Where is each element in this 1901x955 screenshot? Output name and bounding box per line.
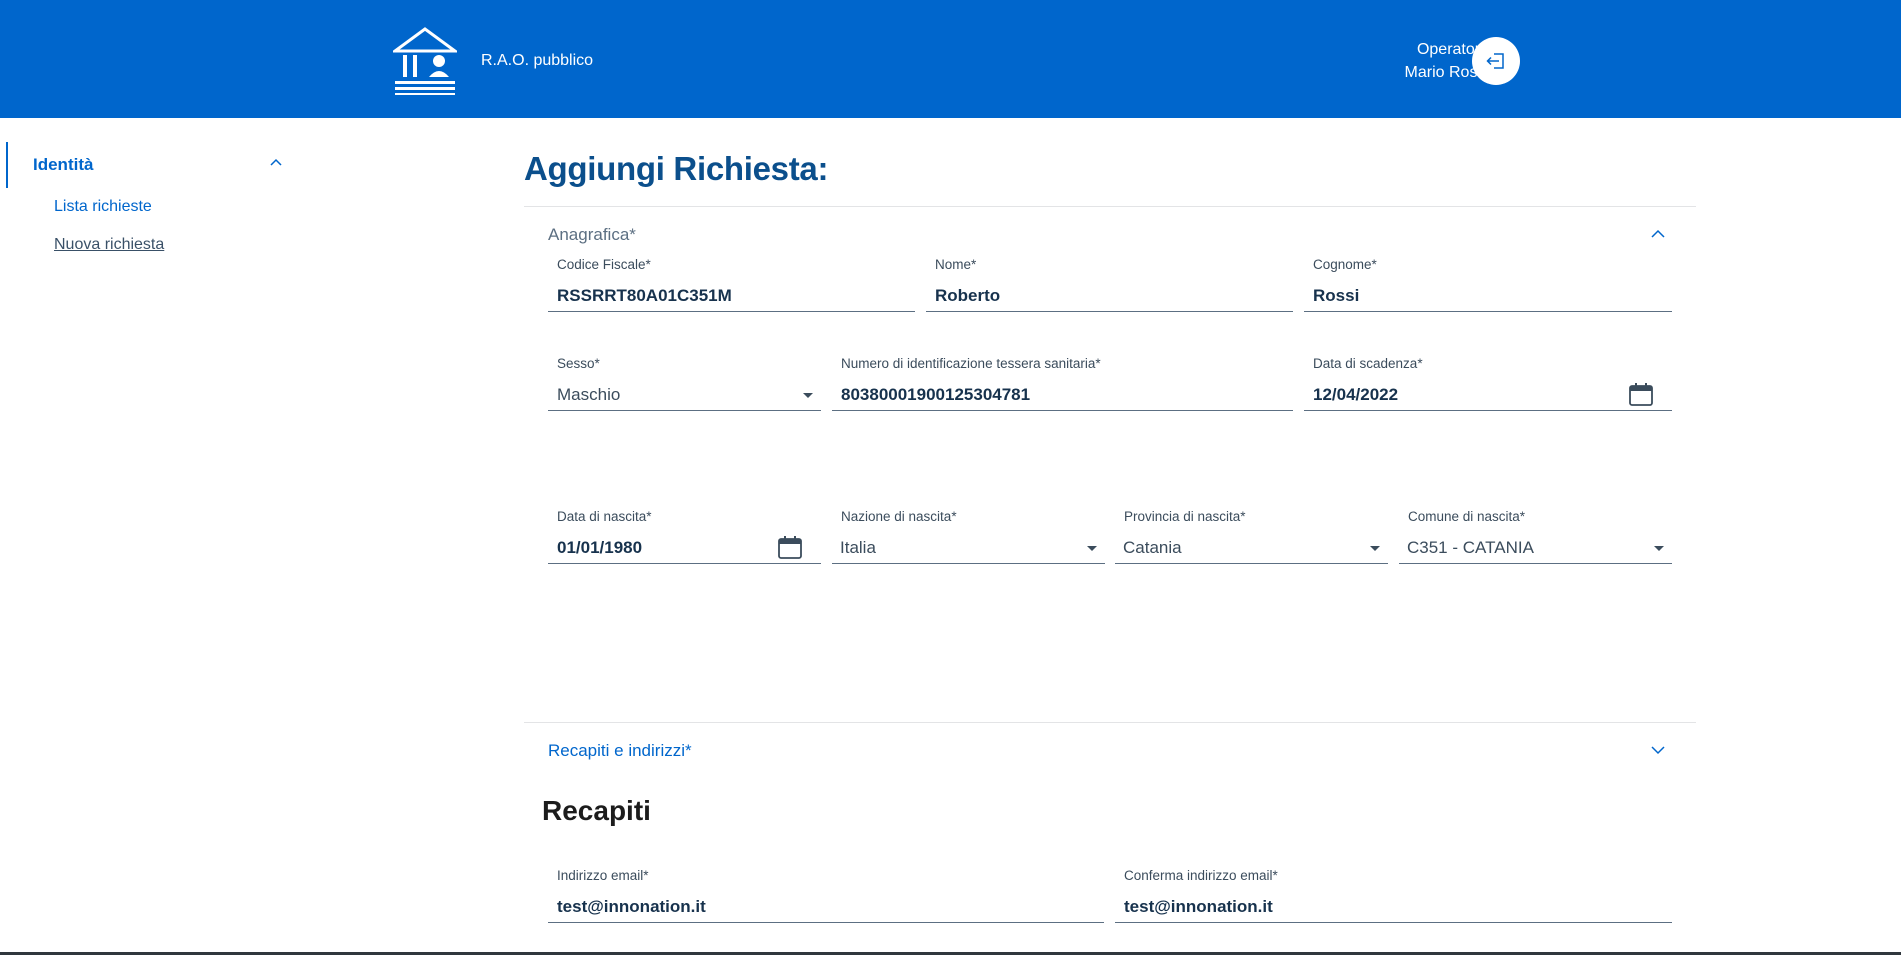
field-label: Nazione di nascita* bbox=[841, 509, 957, 524]
data-nascita-field[interactable]: Data di nascita* 01/01/1980 bbox=[548, 509, 821, 579]
field-label: Cognome* bbox=[1313, 257, 1377, 272]
chevron-down-icon[interactable] bbox=[1650, 745, 1666, 755]
sidebar-section-identita[interactable]: Identità bbox=[6, 142, 286, 188]
field-underline bbox=[926, 311, 1293, 312]
field-label: Provincia di nascita* bbox=[1124, 509, 1246, 524]
sidebar-item-lista-richieste[interactable]: Lista richieste bbox=[54, 198, 152, 216]
caret-down-icon[interactable] bbox=[1370, 546, 1380, 551]
field-label: Data di nascita* bbox=[557, 509, 652, 524]
calendar-icon[interactable] bbox=[777, 534, 803, 560]
codice-fiscale-field[interactable]: Codice Fiscale* RSSRRT80A01C351M bbox=[548, 257, 915, 327]
nome-field[interactable]: Nome* Roberto bbox=[926, 257, 1293, 327]
field-label: Sesso* bbox=[557, 356, 600, 371]
recapiti-heading: Recapiti bbox=[542, 795, 651, 826]
data-scadenza-field[interactable]: Data di scadenza* 12/04/2022 bbox=[1304, 356, 1672, 426]
email-confirm-field[interactable]: Conferma indirizzo email* test@innonatio… bbox=[1115, 868, 1672, 938]
field-value[interactable]: Maschio bbox=[557, 385, 620, 405]
caret-down-icon[interactable] bbox=[1654, 546, 1664, 551]
logout-button[interactable] bbox=[1472, 37, 1520, 85]
field-underline bbox=[548, 922, 1104, 923]
chevron-up-icon bbox=[270, 158, 282, 166]
field-underline bbox=[1399, 563, 1672, 564]
field-underline bbox=[1304, 311, 1672, 312]
field-value[interactable]: 01/01/1980 bbox=[557, 538, 642, 558]
field-underline bbox=[548, 410, 821, 411]
field-label: Indirizzo email* bbox=[557, 868, 649, 883]
app-title: R.A.O. pubblico bbox=[481, 52, 594, 69]
field-label: Codice Fiscale* bbox=[557, 257, 651, 272]
divider bbox=[524, 206, 1696, 207]
field-value[interactable]: Rossi bbox=[1313, 286, 1359, 306]
field-underline bbox=[548, 563, 821, 564]
divider bbox=[524, 722, 1696, 723]
field-value[interactable]: 12/04/2022 bbox=[1313, 385, 1398, 405]
field-value[interactable]: test@innonation.it bbox=[557, 897, 706, 917]
field-value[interactable]: Roberto bbox=[935, 286, 1000, 306]
institution-logo-icon bbox=[393, 27, 457, 95]
field-value[interactable]: C351 - CATANIA bbox=[1407, 538, 1534, 558]
caret-down-icon[interactable] bbox=[803, 393, 813, 398]
logout-icon bbox=[1486, 53, 1504, 69]
sidebar: Identità Lista richieste Nuova richiesta bbox=[0, 118, 300, 418]
field-underline bbox=[548, 311, 915, 312]
field-label: Conferma indirizzo email* bbox=[1124, 868, 1278, 883]
sidebar-section-label: Identità bbox=[33, 155, 94, 174]
page-title: Aggiungi Richiesta: bbox=[524, 150, 829, 187]
field-underline bbox=[1115, 563, 1388, 564]
field-label: Numero di identificazione tessera sanita… bbox=[841, 356, 1101, 371]
field-underline bbox=[1304, 410, 1672, 411]
calendar-icon[interactable] bbox=[1628, 381, 1654, 407]
field-value[interactable]: RSSRRT80A01C351M bbox=[557, 286, 732, 306]
cognome-field[interactable]: Cognome* Rossi bbox=[1304, 257, 1672, 327]
top-header: R.A.O. pubblico Operatore Mario Rossi bbox=[0, 0, 1901, 118]
nazione-nascita-select[interactable]: Nazione di nascita* Italia bbox=[832, 509, 1105, 579]
field-label: Data di scadenza* bbox=[1313, 356, 1423, 371]
field-value[interactable]: Catania bbox=[1123, 538, 1182, 558]
accordion-anagrafica-label[interactable]: Anagrafica* bbox=[548, 225, 636, 245]
field-label: Nome* bbox=[935, 257, 977, 272]
field-value[interactable]: test@innonation.it bbox=[1124, 897, 1273, 917]
accordion-recapiti-label[interactable]: Recapiti e indirizzi* bbox=[548, 741, 692, 761]
comune-nascita-select[interactable]: Comune di nascita* C351 - CATANIA bbox=[1399, 509, 1672, 579]
field-underline bbox=[1115, 922, 1672, 923]
field-underline bbox=[832, 563, 1105, 564]
email-field[interactable]: Indirizzo email* test@innonation.it bbox=[548, 868, 1104, 938]
tessera-sanitaria-field[interactable]: Numero di identificazione tessera sanita… bbox=[832, 356, 1293, 426]
sidebar-item-nuova-richiesta[interactable]: Nuova richiesta bbox=[54, 236, 164, 254]
chevron-up-icon[interactable] bbox=[1650, 229, 1666, 239]
field-value[interactable]: Italia bbox=[840, 538, 876, 558]
field-value[interactable]: 80380001900125304781 bbox=[841, 385, 1030, 405]
sesso-select[interactable]: Sesso* Maschio bbox=[548, 356, 821, 426]
field-underline bbox=[832, 410, 1293, 411]
caret-down-icon[interactable] bbox=[1087, 546, 1097, 551]
field-label: Comune di nascita* bbox=[1408, 509, 1526, 524]
provincia-nascita-select[interactable]: Provincia di nascita* Catania bbox=[1115, 509, 1388, 579]
